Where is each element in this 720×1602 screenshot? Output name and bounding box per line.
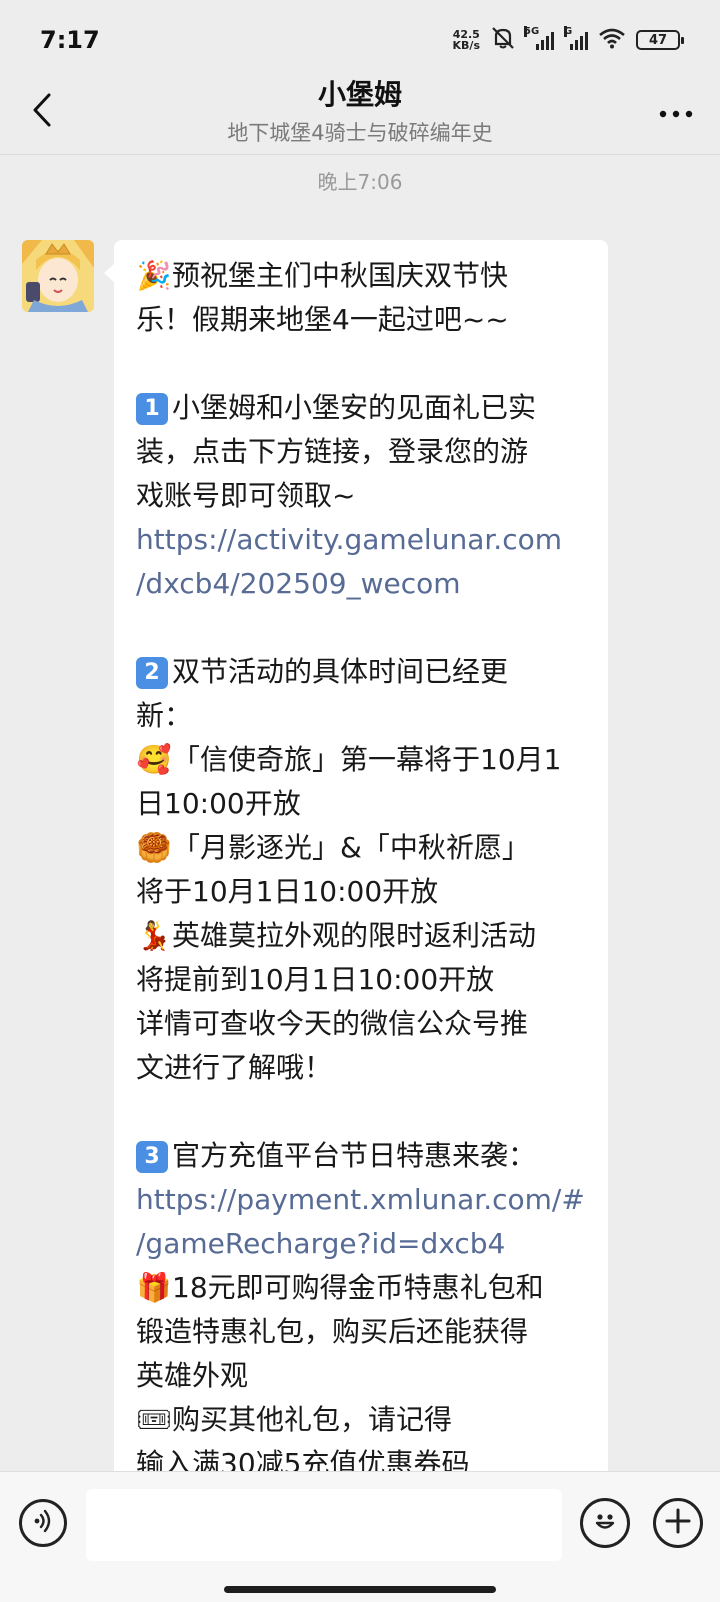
chat-header: 小堡姆 地下城堡4骑士与破碎编年史 — [0, 80, 720, 155]
line-text: 将提前到10月1日10:00开放 — [136, 963, 495, 996]
link-text[interactable]: https://payment.xmlunar.com/# — [136, 1183, 585, 1216]
mute-icon — [490, 26, 516, 54]
wifi-icon — [598, 27, 626, 53]
network-speed-unit: KB/s — [452, 39, 480, 52]
message-link[interactable]: https://payment.xmlunar.com/# — [136, 1178, 588, 1222]
battery-level: 47 — [648, 32, 668, 48]
status-time: 7:17 — [40, 26, 100, 54]
message-line: 🎁18元即可购得金币特惠礼包和 — [136, 1266, 588, 1310]
sim2-label: G — [564, 26, 573, 37]
message-line — [136, 1090, 588, 1134]
line-text: 详情可查收今天的微信公众号推 — [136, 1007, 529, 1040]
message-line: 戏账号即可领取~ — [136, 474, 588, 518]
message-line: 🎉预祝堡主们中秋国庆双节快 — [136, 254, 588, 298]
chat-area[interactable]: 晚上7:06 🎉预祝堡主们中秋国庆双节快乐！假期来地堡4一起过吧~~ 1 小堡姆和小… — [0, 156, 720, 1471]
message-line: 文进行了解哦！ — [136, 1046, 588, 1090]
message-line: 将提前到10月1日10:00开放 — [136, 958, 588, 1002]
message-line: 装，点击下方链接，登录您的游 — [136, 430, 588, 474]
line-text: 官方充值平台节日特惠来袭： — [172, 1139, 537, 1172]
back-button[interactable] — [22, 90, 62, 134]
signal-1-icon: 5G — [524, 26, 554, 50]
message-line: 乐！假期来地堡4一起过吧~~ — [136, 298, 588, 342]
voice-icon — [30, 1508, 56, 1538]
message-line: 锻造特惠礼包，购买后还能获得 — [136, 1310, 588, 1354]
input-bar — [0, 1471, 720, 1602]
link-text[interactable]: /dxcb4/202509_wecom — [136, 567, 461, 600]
line-text: 双节活动的具体时间已经更 — [172, 655, 509, 688]
line-text: 预祝堡主们中秋国庆双节快 — [172, 259, 509, 292]
more-button[interactable] — [650, 90, 702, 134]
emoji-button[interactable] — [580, 1498, 630, 1548]
message-line: 💃英雄莫拉外观的限时返利活动 — [136, 914, 588, 958]
message-line — [136, 342, 588, 386]
line-text: 锻造特惠礼包，购买后还能获得 — [136, 1315, 529, 1348]
line-text: 英雄外观 — [136, 1359, 249, 1392]
number-badge: 2 — [136, 657, 168, 689]
message-line: 输入满30减5充值优惠券码 — [136, 1442, 588, 1471]
voice-button[interactable] — [19, 1499, 67, 1547]
emoji-icon: 🎁 — [136, 1271, 172, 1304]
message-link[interactable]: /gameRecharge?id=dxcb4 — [136, 1222, 588, 1266]
emoji-icon: 🎉 — [136, 259, 172, 292]
message-timestamp: 晚上7:06 — [317, 170, 403, 194]
number-badge: 1 — [136, 393, 168, 425]
message-link[interactable]: /dxcb4/202509_wecom — [136, 562, 588, 606]
number-badge: 3 — [136, 1141, 168, 1173]
message-line: 英雄外观 — [136, 1354, 588, 1398]
message-link[interactable]: https://activity.gamelunar.com — [136, 518, 588, 562]
avatar[interactable] — [22, 240, 94, 312]
line-text: 小堡姆和小堡安的见面礼已实 — [172, 391, 537, 424]
smiley-icon — [590, 1506, 620, 1540]
title-block: 小堡姆 地下城堡4骑士与破碎编年史 — [120, 80, 600, 146]
message-line: 日10:00开放 — [136, 782, 588, 826]
message-line: 3 官方充值平台节日特惠来袭： — [136, 1134, 588, 1178]
chat-title: 小堡姆 — [317, 78, 402, 111]
line-text: 「信使奇旅」第一幕将于10月1 — [172, 743, 562, 776]
message-line: 🥮「月影逐光」&「中秋祈愿」 — [136, 826, 588, 870]
emoji-icon: 🥮 — [136, 831, 172, 864]
emoji-icon: 🥰 — [136, 743, 172, 776]
signal-2-icon: G — [564, 26, 588, 50]
message-line: 将于10月1日10:00开放 — [136, 870, 588, 914]
more-horizontal-icon — [659, 103, 693, 122]
message-bubble[interactable]: 🎉预祝堡主们中秋国庆双节快乐！假期来地堡4一起过吧~~ 1 小堡姆和小堡安的见面礼已… — [104, 240, 608, 1471]
message-line: 1 小堡姆和小堡安的见面礼已实 — [136, 386, 588, 430]
line-text: 新： — [136, 699, 193, 732]
line-text: 18元即可购得金币特惠礼包和 — [172, 1271, 544, 1304]
message-input[interactable] — [86, 1489, 562, 1561]
battery-icon: 47 — [636, 30, 684, 50]
line-text: 装，点击下方链接，登录您的游 — [136, 435, 529, 468]
link-text[interactable]: /gameRecharge?id=dxcb4 — [136, 1227, 505, 1260]
plus-icon — [664, 1507, 692, 1539]
message-line: 2 双节活动的具体时间已经更 — [136, 650, 588, 694]
line-text: 「月影逐光」&「中秋祈愿」 — [172, 831, 530, 864]
line-text: 日10:00开放 — [136, 787, 301, 820]
emoji-icon: 🎟 — [136, 1403, 172, 1436]
chat-subtitle: 地下城堡4骑士与破碎编年史 — [227, 121, 493, 145]
line-text: 购买其他礼包，请记得 — [172, 1403, 453, 1436]
message-line: 详情可查收今天的微信公众号推 — [136, 1002, 588, 1046]
line-text: 乐！假期来地堡4一起过吧~~ — [136, 303, 509, 336]
status-bar: 7:17 42.5 KB/s 5G G 47 — [0, 0, 720, 80]
link-text[interactable]: https://activity.gamelunar.com — [136, 523, 562, 556]
line-text: 将于10月1日10:00开放 — [136, 875, 439, 908]
line-text: 文进行了解哦！ — [136, 1051, 333, 1084]
message-line: 新： — [136, 694, 588, 738]
network-speed: 42.5 KB/s — [453, 29, 480, 51]
home-indicator[interactable] — [224, 1586, 496, 1593]
line-text: 输入满30减5充值优惠券码 — [136, 1447, 470, 1471]
message-line — [136, 606, 588, 650]
sim1-label: 5G — [524, 26, 540, 37]
message-line: 🎟购买其他礼包，请记得 — [136, 1398, 588, 1442]
chevron-left-icon — [31, 92, 53, 132]
status-icons: 42.5 KB/s 5G G 47 — [453, 26, 684, 54]
line-text: 戏账号即可领取~ — [136, 479, 356, 512]
plus-button[interactable] — [653, 1498, 703, 1548]
emoji-icon: 💃 — [136, 919, 172, 952]
line-text: 英雄莫拉外观的限时返利活动 — [172, 919, 537, 952]
avatar-image — [22, 240, 94, 312]
message-line: 🥰「信使奇旅」第一幕将于10月1 — [136, 738, 588, 782]
